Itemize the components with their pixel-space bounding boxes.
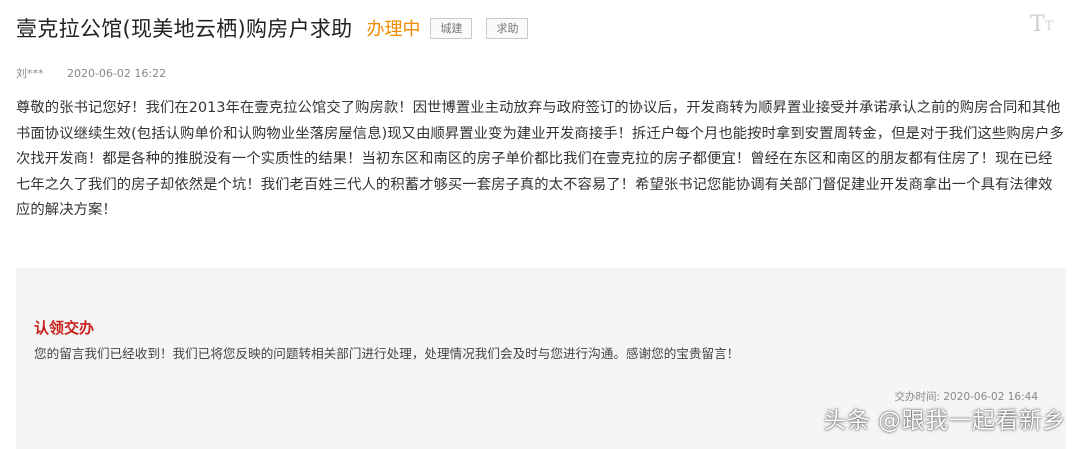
watermark: 头条 @跟我一起看新乡	[823, 408, 1066, 434]
post-meta: 刘*** 2020-06-02 16:22	[16, 65, 166, 81]
title-row: 壹克拉公馆(现美地云栖)购房户求助 办理中 城建 求助	[16, 12, 1060, 44]
text-size-icon[interactable]: TT	[1030, 12, 1058, 38]
category-tag-help[interactable]: 求助	[486, 17, 529, 39]
reply-title: 认领交办	[34, 319, 95, 337]
author-name: 刘***	[16, 67, 44, 80]
post-datetime: 2020-06-02 16:22	[67, 67, 167, 80]
message-body: 尊敬的张书记您好！我们在2013年在壹克拉公馆交了购房款！因世博置业主动放弃与政…	[16, 100, 1064, 218]
complaint-detail-page: 壹克拉公馆(现美地云栖)购房户求助 办理中 城建 求助 TT 刘*** 2020…	[0, 0, 1080, 449]
page-title: 壹克拉公馆(现美地云栖)购房户求助	[16, 17, 353, 41]
reply-text: 您的留言我们已经收到！我们已将您反映的问题转相关部门进行处理，处理情况我们会及时…	[34, 346, 740, 361]
category-tag-urban-construction[interactable]: 城建	[430, 17, 473, 39]
status-badge: 办理中	[366, 19, 421, 40]
